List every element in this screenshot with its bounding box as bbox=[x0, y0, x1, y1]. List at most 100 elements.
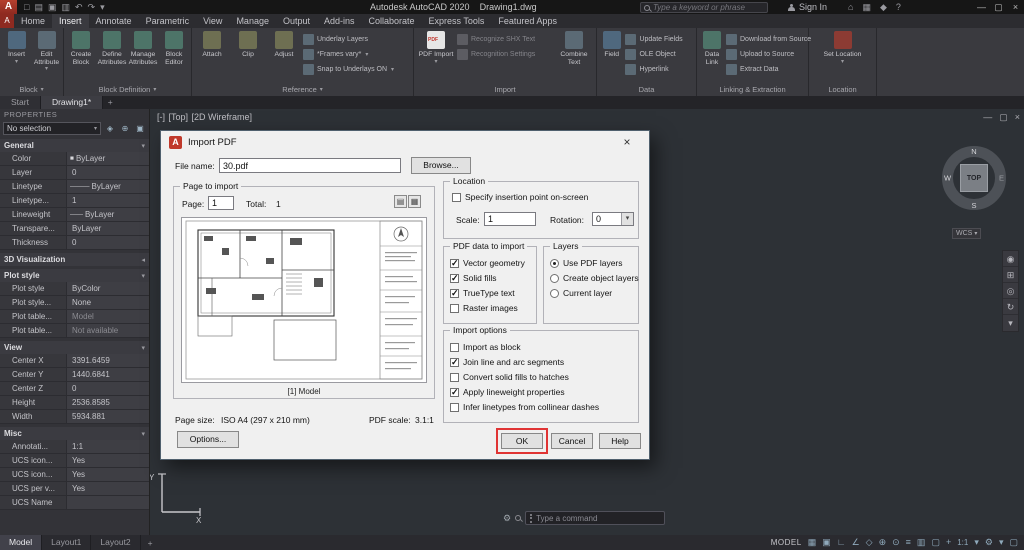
convert-fills-checkbox[interactable]: Convert solid fills to hatches bbox=[450, 372, 599, 382]
property-row[interactable]: UCS Name bbox=[0, 496, 149, 510]
new-drawing-tab-button[interactable]: + bbox=[103, 96, 117, 109]
command-line-input[interactable]: Type a command bbox=[525, 511, 666, 525]
file-name-input[interactable] bbox=[219, 158, 401, 173]
hyperlink-button[interactable]: Hyperlink bbox=[625, 63, 694, 75]
workspace-gear-icon[interactable]: ⚙ bbox=[985, 537, 993, 548]
annotation-scale-caret-icon[interactable]: ▾ bbox=[974, 537, 979, 548]
isometric-drafting-icon[interactable]: ◇ bbox=[866, 537, 873, 548]
property-row[interactable]: Plot table... Not available bbox=[0, 324, 149, 338]
open-file-icon[interactable]: ▤ bbox=[34, 2, 43, 13]
property-row[interactable]: Center X 3391.6459 bbox=[0, 354, 149, 368]
command-search-icon[interactable] bbox=[515, 515, 522, 521]
qat-menu-caret-icon[interactable]: ▾ bbox=[100, 2, 105, 13]
plot-icon[interactable]: ▥ bbox=[61, 2, 70, 13]
property-row[interactable]: UCS icon... Yes bbox=[0, 454, 149, 468]
solid-fills-checkbox[interactable]: Solid fills bbox=[450, 273, 525, 284]
property-row[interactable]: Width 5934.881 bbox=[0, 410, 149, 424]
viewcube-top-face[interactable]: TOP bbox=[960, 164, 988, 192]
recognize-shx-text-button[interactable]: Recognize SHX Text bbox=[457, 33, 553, 45]
layout1-tab[interactable]: Layout1 bbox=[42, 535, 92, 550]
sign-in-button[interactable]: Sign In bbox=[788, 0, 827, 14]
block-editor-button[interactable]: Block Editor bbox=[159, 29, 189, 66]
tab-view[interactable]: View bbox=[196, 14, 229, 28]
section-header-view[interactable]: View ▾ bbox=[0, 341, 149, 354]
tab-annotate[interactable]: Annotate bbox=[89, 14, 139, 28]
manage-attributes-button[interactable]: Manage Attributes bbox=[128, 29, 158, 66]
ole-object-button[interactable]: OLE Object bbox=[625, 48, 694, 60]
minimize-button[interactable]: — bbox=[973, 0, 990, 14]
object-snap-icon[interactable]: ⊙ bbox=[892, 537, 900, 548]
file-tab-drawing1[interactable]: Drawing1* bbox=[40, 96, 104, 109]
toggle-pickadd-button[interactable]: ◈ bbox=[104, 123, 116, 135]
property-row[interactable]: Color ■ ByLayer bbox=[0, 152, 149, 166]
clean-screen-icon[interactable]: ▢ bbox=[1009, 537, 1018, 548]
customize-command-icon[interactable]: ⚙ bbox=[503, 513, 511, 524]
app-store-icon[interactable]: ▦ bbox=[862, 2, 871, 13]
property-row[interactable]: Lineweight —— ByLayer bbox=[0, 208, 149, 222]
property-row[interactable]: Plot table... Model bbox=[0, 310, 149, 324]
section-header-general[interactable]: General ▾ bbox=[0, 139, 149, 152]
property-row[interactable]: UCS per v... Yes bbox=[0, 482, 149, 496]
property-row[interactable]: Center Y 1440.6841 bbox=[0, 368, 149, 382]
cancel-button[interactable]: Cancel bbox=[551, 433, 593, 449]
quick-select-button[interactable]: ⊕ bbox=[119, 123, 131, 135]
transparency-icon[interactable]: ▥ bbox=[917, 537, 926, 548]
attach-button[interactable]: Attach bbox=[194, 29, 230, 59]
combine-text-button[interactable]: Combine Text bbox=[554, 29, 594, 66]
property-row[interactable]: Thickness 0 bbox=[0, 236, 149, 250]
panel-label-block-definition[interactable]: Block Definition ▾ bbox=[64, 84, 191, 96]
section-header-plot-style[interactable]: Plot style ▾ bbox=[0, 269, 149, 282]
panel-label-linking[interactable]: Linking & Extraction bbox=[697, 84, 808, 96]
panel-label-location[interactable]: Location bbox=[809, 84, 876, 96]
dialog-titlebar[interactable]: A Import PDF × bbox=[161, 131, 649, 153]
truetype-text-checkbox[interactable]: TrueType text bbox=[450, 288, 525, 299]
data-link-button[interactable]: Data Link bbox=[699, 29, 725, 66]
join-line-arc-checkbox[interactable]: Join line and arc segments bbox=[450, 357, 599, 368]
pdf-import-button[interactable]: PDF Import ▾ bbox=[416, 29, 456, 66]
polar-tracking-icon[interactable]: ∠ bbox=[852, 537, 860, 548]
snap-to-underlays-dropdown[interactable]: Snap to Underlays ON bbox=[303, 63, 409, 75]
list-view-button[interactable]: ▤ bbox=[394, 195, 407, 208]
new-file-icon[interactable]: □ bbox=[24, 2, 29, 13]
drawing-restore-button[interactable]: ▢ bbox=[999, 112, 1008, 123]
adjust-button[interactable]: Adjust bbox=[266, 29, 302, 59]
wcs-menu[interactable]: WCS ▾ bbox=[952, 228, 982, 239]
tab-insert[interactable]: Insert bbox=[52, 14, 89, 28]
viewcube-east[interactable]: E bbox=[999, 174, 1004, 183]
redo-icon[interactable]: ↷ bbox=[88, 2, 96, 13]
layout2-tab[interactable]: Layout2 bbox=[91, 535, 141, 550]
property-row[interactable]: Annotati... 1:1 bbox=[0, 440, 149, 454]
viewcube-south[interactable]: S bbox=[971, 201, 976, 210]
customization-menu-icon[interactable]: ▾ bbox=[999, 537, 1004, 548]
property-row[interactable]: Plot style ByColor bbox=[0, 282, 149, 296]
underlay-layers-button[interactable]: Underlay Layers bbox=[303, 33, 409, 45]
pdf-page-preview[interactable] bbox=[181, 217, 427, 383]
viewcube[interactable]: N W S E TOP bbox=[940, 144, 1008, 212]
grid-icon[interactable]: ▦ bbox=[808, 537, 817, 548]
viewport-view-menu[interactable]: [Top] bbox=[169, 112, 189, 122]
property-row[interactable]: Height 2536.8585 bbox=[0, 396, 149, 410]
selection-cycling-icon[interactable]: ▢ bbox=[931, 537, 940, 548]
search-box[interactable]: Type a keyword or phrase bbox=[640, 2, 768, 13]
selection-dropdown[interactable]: No selection ▾ bbox=[3, 122, 101, 135]
help-button[interactable]: Help bbox=[599, 433, 641, 449]
infer-linetypes-checkbox[interactable]: Infer linetypes from collinear dashes bbox=[450, 402, 599, 412]
use-pdf-layers-radio[interactable]: Use PDF layers bbox=[550, 258, 639, 268]
file-tab-start[interactable]: Start bbox=[0, 96, 41, 109]
orbit-icon[interactable]: ↻ bbox=[1003, 299, 1018, 315]
clip-button[interactable]: Clip bbox=[230, 29, 266, 59]
drawing-close-button[interactable]: × bbox=[1015, 112, 1020, 123]
section-header-3d-visualization[interactable]: 3D Visualization ◂ bbox=[0, 253, 149, 266]
tab-parametric[interactable]: Parametric bbox=[139, 14, 197, 28]
upload-to-source-button[interactable]: Upload to Source bbox=[726, 48, 806, 60]
undo-icon[interactable]: ↶ bbox=[75, 2, 83, 13]
page-input[interactable] bbox=[208, 196, 234, 210]
raster-images-checkbox[interactable]: Raster images bbox=[450, 303, 525, 313]
object-snap-tracking-icon[interactable]: ⊕ bbox=[879, 537, 887, 548]
drawing-minimize-button[interactable]: — bbox=[983, 112, 992, 123]
pan-icon[interactable]: ⊞ bbox=[1003, 267, 1018, 283]
download-from-source-button[interactable]: Download from Source bbox=[726, 33, 811, 45]
import-as-block-checkbox[interactable]: Import as block bbox=[450, 342, 599, 352]
property-row[interactable]: Center Z 0 bbox=[0, 382, 149, 396]
panel-label-data[interactable]: Data bbox=[597, 84, 696, 96]
